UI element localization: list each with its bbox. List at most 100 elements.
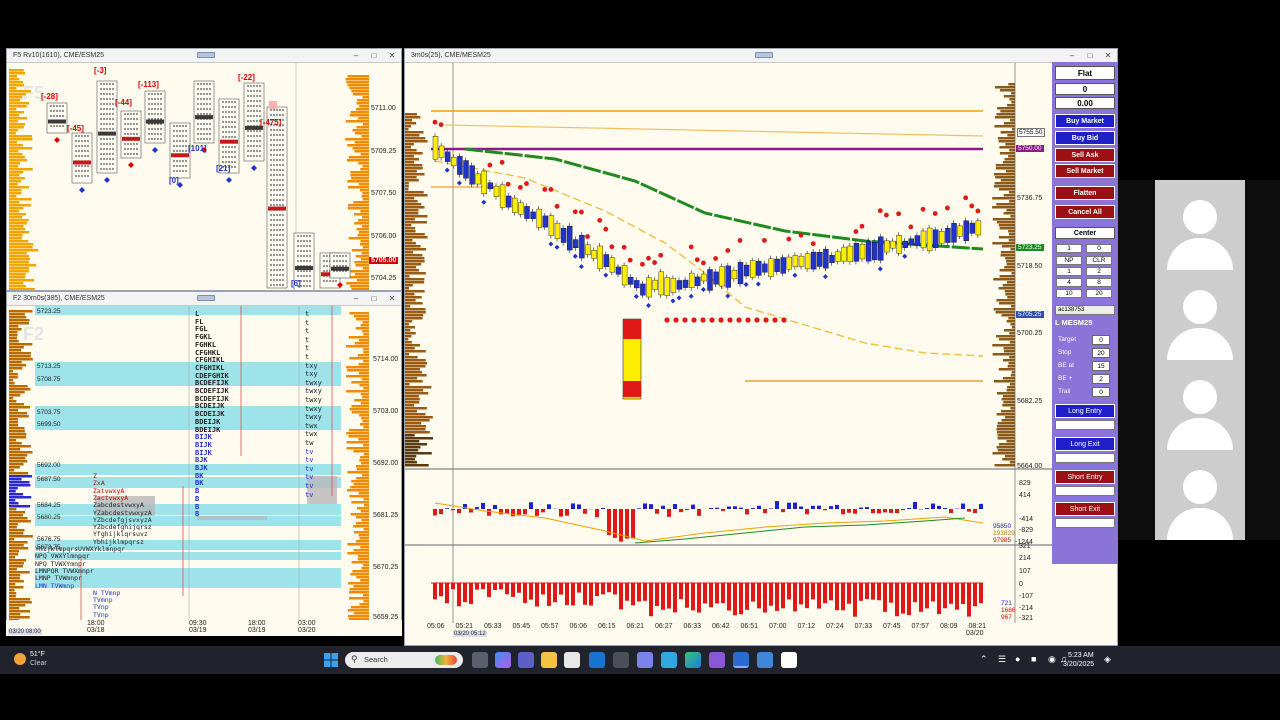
maximize-icon[interactable]: □: [365, 292, 383, 306]
maximize-icon[interactable]: □: [365, 49, 383, 63]
photos-icon[interactable]: [661, 652, 677, 668]
volume-profile-bar: [360, 153, 369, 156]
main-drag-grip[interactable]: [755, 52, 773, 58]
minimize-icon[interactable]: –: [347, 49, 365, 63]
f5-drag-grip[interactable]: [197, 52, 215, 58]
volume-profile-bar: [997, 431, 1015, 434]
sell-ask-button[interactable]: Sell Ask: [1055, 148, 1115, 162]
delta-bar: [883, 509, 887, 513]
candle-body: [908, 238, 914, 246]
qty-input[interactable]: 1: [1056, 244, 1082, 253]
outlook-icon[interactable]: [589, 652, 605, 668]
account-select[interactable]: ac138753: [1055, 305, 1115, 315]
file-explorer-icon[interactable]: [541, 652, 557, 668]
teams-alt-icon[interactable]: [637, 652, 653, 668]
stop-input[interactable]: 20: [1092, 348, 1110, 358]
candle-body: [933, 229, 939, 249]
long-exit-button[interactable]: Long Exit: [1055, 437, 1115, 451]
short-entry-select[interactable]: [1055, 486, 1115, 496]
f2-titlebar[interactable]: F2 30m0s(385), CME/ESM25 – □ ✕: [7, 292, 401, 306]
qty-preset-button[interactable]: 20: [1086, 289, 1112, 298]
volume-profile-bar: [359, 384, 369, 387]
flatten-button[interactable]: Flatten: [1055, 186, 1115, 200]
main-titlebar[interactable]: 3m0s(25), CME/MESM25 – □ ✕: [405, 49, 1117, 63]
wifi-icon[interactable]: ◉: [1048, 654, 1056, 665]
participant-tile[interactable]: [1155, 270, 1245, 360]
short-entry-button[interactable]: Short Entry: [1055, 470, 1115, 484]
buy-bid-button[interactable]: Buy Bid: [1055, 131, 1115, 145]
edge-icon[interactable]: [685, 652, 701, 668]
trading-app-icon[interactable]: [733, 652, 749, 668]
maximize-icon[interactable]: □: [1081, 49, 1099, 63]
close-icon[interactable]: ✕: [1099, 49, 1117, 63]
long-entry-select[interactable]: [1055, 420, 1115, 430]
settings-gear-icon[interactable]: [613, 652, 629, 668]
qty-preset-button[interactable]: NP: [1056, 256, 1082, 265]
whiteboard-icon[interactable]: [781, 652, 797, 668]
copilot-icon[interactable]: [495, 652, 511, 668]
volume-profile-bar: [405, 341, 412, 344]
f5-titlebar[interactable]: F5 Rv10(1610), CME/ESM25 – □ ✕: [7, 49, 401, 63]
sell-market-button[interactable]: Sell Market: [1055, 164, 1115, 178]
short-exit-button[interactable]: Short Exit: [1055, 502, 1115, 516]
taskbar-search-box[interactable]: ⚲ Search: [345, 652, 463, 668]
camera-icon[interactable]: ■: [1031, 654, 1036, 664]
clock-date[interactable]: 3/20/2025: [1063, 661, 1094, 668]
buy-market-button[interactable]: Buy Market: [1055, 114, 1115, 128]
qty-preset-button[interactable]: 4: [1056, 278, 1082, 287]
task-view-icon[interactable]: [472, 652, 488, 668]
notification-bell-icon[interactable]: ◈: [1104, 654, 1111, 665]
volume-profile-bar: [345, 78, 369, 81]
long-entry-button[interactable]: Long Entry: [1055, 404, 1115, 418]
qty-preset-button[interactable]: 1: [1056, 267, 1082, 276]
qty-zero-field[interactable]: 0: [1086, 244, 1112, 253]
volume-profile-bar: [353, 549, 369, 552]
delta-bar: [547, 504, 551, 509]
volume-profile-bar: [9, 589, 15, 592]
volume-profile-bar: [9, 598, 31, 601]
volume-profile-bar: [1009, 149, 1015, 152]
network-icon[interactable]: ☰: [998, 654, 1006, 665]
volume-profile-bar: [9, 319, 30, 322]
minimize-icon[interactable]: –: [1063, 49, 1081, 63]
volume-bar: [847, 583, 851, 604]
participant-tile[interactable]: [1155, 360, 1245, 450]
chevron-up-icon[interactable]: ⌃: [980, 654, 988, 665]
store-icon[interactable]: [564, 652, 580, 668]
volume-profile-bar: [9, 400, 17, 403]
visual-studio-icon[interactable]: [709, 652, 725, 668]
microphone-icon[interactable]: ●: [1015, 654, 1020, 664]
volume-profile-bar: [405, 263, 422, 266]
qty-preset-button[interactable]: 2: [1086, 267, 1112, 276]
candle-body: [798, 255, 805, 267]
remote-app-icon[interactable]: [757, 652, 773, 668]
cancel-all-button[interactable]: Cancel All: [1055, 205, 1115, 219]
target-input[interactable]: 0: [1092, 335, 1110, 345]
teams-icon[interactable]: [518, 652, 534, 668]
trail-input[interactable]: 0: [1092, 387, 1110, 397]
close-icon[interactable]: ✕: [383, 292, 401, 306]
qty-preset-button[interactable]: CLR: [1086, 256, 1112, 265]
short-exit-select[interactable]: [1055, 518, 1115, 528]
long-exit-select[interactable]: [1055, 453, 1115, 463]
minimize-icon[interactable]: –: [347, 292, 365, 306]
start-button[interactable]: [324, 653, 338, 667]
clock-time[interactable]: 5:23 AM: [1068, 652, 1094, 659]
main-chart-canvas[interactable]: [405, 63, 1053, 646]
volume-profile-bar: [405, 422, 422, 425]
center-button[interactable]: Center: [1055, 227, 1115, 239]
weather-temp[interactable]: 51°F: [30, 651, 45, 658]
volume-profile-bar: [405, 368, 421, 371]
f5-chart-canvas[interactable]: [7, 63, 402, 291]
volume-profile-bar: [9, 514, 23, 517]
participant-tile[interactable]: [1155, 450, 1245, 540]
qty-preset-button[interactable]: 8: [1086, 278, 1112, 287]
be-plus-input[interactable]: 2: [1092, 374, 1110, 384]
close-icon[interactable]: ✕: [383, 49, 401, 63]
signal-dot: [963, 195, 969, 201]
qty-preset-button[interactable]: 10: [1056, 289, 1082, 298]
participant-tile[interactable]: [1155, 180, 1245, 270]
f2-drag-grip[interactable]: [197, 295, 215, 301]
weather-icon[interactable]: [14, 653, 26, 665]
be-at-input[interactable]: 15: [1092, 361, 1110, 371]
